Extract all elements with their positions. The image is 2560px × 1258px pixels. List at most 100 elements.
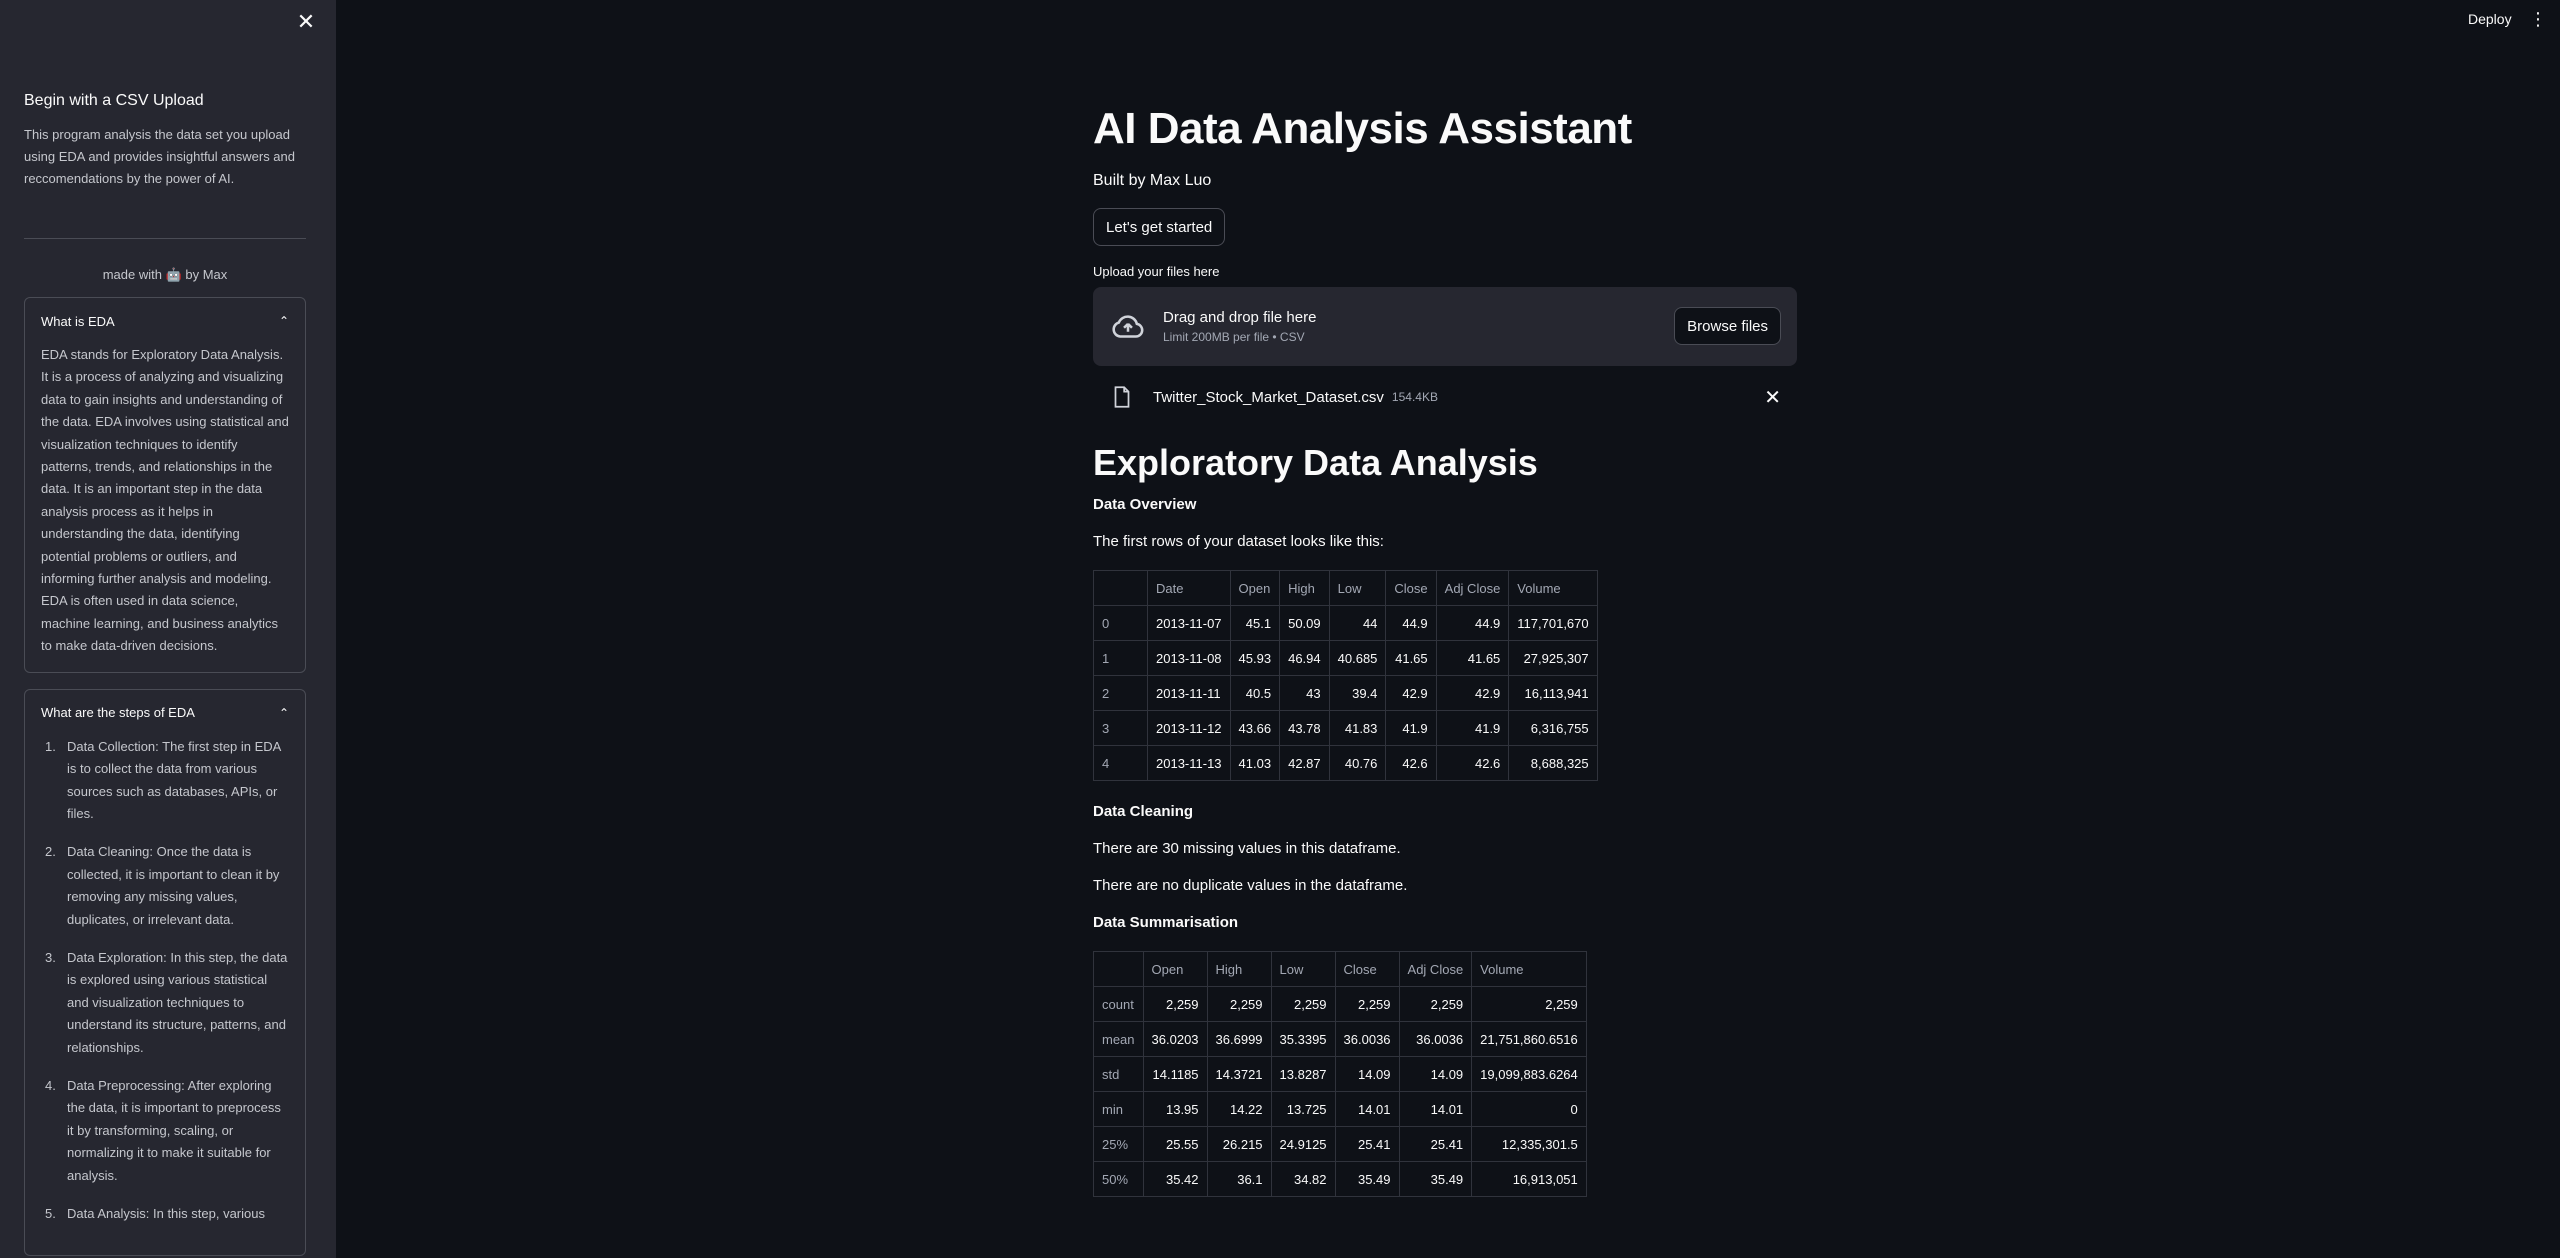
table-cell[interactable]: 36.0036 — [1334, 1021, 1400, 1057]
table-cell[interactable]: 25.41 — [1398, 1126, 1473, 1162]
table-cell[interactable]: 16,113,941 — [1508, 675, 1598, 711]
table-cell[interactable]: 0 — [1471, 1091, 1587, 1127]
table-cell[interactable]: 35.49 — [1334, 1161, 1400, 1197]
summary-dataframe[interactable]: Open High Low Close Adj Close Volume count 2,25… — [1093, 951, 1587, 1197]
remove-file-icon[interactable]: ✕ — [1764, 385, 1781, 410]
column-header[interactable]: Volume — [1508, 570, 1598, 606]
file-dropzone[interactable]: Drag and drop file here Limit 200MB per … — [1093, 287, 1797, 366]
table-cell[interactable]: 16,913,051 — [1471, 1161, 1587, 1197]
table-cell[interactable]: 44.9 — [1435, 605, 1510, 641]
table-cell[interactable]: 36.6999 — [1206, 1021, 1272, 1057]
column-header[interactable]: Close — [1334, 951, 1400, 987]
row-index[interactable]: min — [1093, 1091, 1144, 1127]
row-index[interactable]: mean — [1093, 1021, 1144, 1057]
table-cell[interactable]: 42.87 — [1279, 745, 1330, 781]
column-header[interactable]: High — [1279, 570, 1330, 606]
table-cell[interactable]: 44 — [1328, 605, 1387, 641]
get-started-button[interactable]: Let's get started — [1093, 208, 1226, 246]
row-index[interactable]: std — [1093, 1056, 1144, 1092]
column-header[interactable]: High — [1206, 951, 1272, 987]
column-header[interactable] — [1093, 570, 1148, 606]
table-cell[interactable]: 41.9 — [1385, 710, 1437, 746]
table-cell[interactable]: 42.9 — [1385, 675, 1437, 711]
table-cell[interactable]: 45.1 — [1229, 605, 1281, 641]
table-cell[interactable]: 34.82 — [1270, 1161, 1336, 1197]
table-cell[interactable]: 36.0203 — [1142, 1021, 1208, 1057]
table-cell[interactable]: 14.09 — [1398, 1056, 1473, 1092]
table-cell[interactable]: 36.0036 — [1398, 1021, 1473, 1057]
table-cell[interactable]: 2,259 — [1471, 986, 1587, 1022]
column-header[interactable]: Low — [1328, 570, 1387, 606]
table-cell[interactable]: 13.725 — [1270, 1091, 1336, 1127]
column-header[interactable]: Date — [1147, 570, 1231, 606]
column-header[interactable]: Volume — [1471, 951, 1587, 987]
table-cell[interactable]: 35.3395 — [1270, 1021, 1336, 1057]
column-header[interactable]: Open — [1229, 570, 1281, 606]
table-cell[interactable]: 41.03 — [1229, 745, 1281, 781]
more-menu-icon[interactable]: ⋮ — [2528, 6, 2548, 32]
table-cell[interactable]: 41.83 — [1328, 710, 1387, 746]
table-cell[interactable]: 21,751,860.6516 — [1471, 1021, 1587, 1057]
table-cell[interactable]: 40.685 — [1328, 640, 1387, 676]
row-index[interactable]: 1 — [1093, 640, 1148, 676]
table-cell[interactable]: 41.9 — [1435, 710, 1510, 746]
table-cell[interactable]: 35.49 — [1398, 1161, 1473, 1197]
table-cell[interactable]: 14.22 — [1206, 1091, 1272, 1127]
table-cell[interactable]: 2013-11-13 — [1147, 745, 1231, 781]
table-cell[interactable]: 40.76 — [1328, 745, 1387, 781]
table-cell[interactable]: 27,925,307 — [1508, 640, 1598, 676]
table-cell[interactable]: 12,335,301.5 — [1471, 1126, 1587, 1162]
row-index[interactable]: 50% — [1093, 1161, 1144, 1197]
table-cell[interactable]: 2,259 — [1270, 986, 1336, 1022]
table-cell[interactable]: 2013-11-07 — [1147, 605, 1231, 641]
table-cell[interactable]: 2013-11-11 — [1147, 675, 1231, 711]
table-cell[interactable]: 26.215 — [1206, 1126, 1272, 1162]
row-index[interactable]: count — [1093, 986, 1144, 1022]
table-cell[interactable]: 43.78 — [1279, 710, 1330, 746]
table-cell[interactable]: 6,316,755 — [1508, 710, 1598, 746]
sidebar-close-icon[interactable]: ✕ — [292, 8, 320, 36]
table-cell[interactable]: 25.41 — [1334, 1126, 1400, 1162]
table-cell[interactable]: 42.6 — [1385, 745, 1437, 781]
table-cell[interactable]: 14.09 — [1334, 1056, 1400, 1092]
row-index[interactable]: 4 — [1093, 745, 1148, 781]
table-cell[interactable]: 40.5 — [1229, 675, 1281, 711]
row-index[interactable]: 3 — [1093, 710, 1148, 746]
expander-header[interactable]: What is EDA ⌃ — [25, 298, 305, 344]
table-cell[interactable]: 41.65 — [1385, 640, 1437, 676]
table-cell[interactable]: 14.01 — [1398, 1091, 1473, 1127]
table-cell[interactable]: 36.1 — [1206, 1161, 1272, 1197]
column-header[interactable] — [1093, 951, 1144, 987]
table-cell[interactable]: 14.1185 — [1142, 1056, 1208, 1092]
table-cell[interactable]: 39.4 — [1328, 675, 1387, 711]
head-dataframe[interactable]: Date Open High Low Close Adj Close Volume 0 2013… — [1093, 570, 1598, 781]
table-cell[interactable]: 46.94 — [1279, 640, 1330, 676]
row-index[interactable]: 0 — [1093, 605, 1148, 641]
column-header[interactable]: Low — [1270, 951, 1336, 987]
table-cell[interactable]: 44.9 — [1385, 605, 1437, 641]
table-cell[interactable]: 14.3721 — [1206, 1056, 1272, 1092]
table-cell[interactable]: 2,259 — [1142, 986, 1208, 1022]
table-cell[interactable]: 50.09 — [1279, 605, 1330, 641]
column-header[interactable]: Adj Close — [1435, 570, 1510, 606]
table-cell[interactable]: 42.9 — [1435, 675, 1510, 711]
deploy-button[interactable]: Deploy — [2460, 6, 2520, 32]
table-cell[interactable]: 35.42 — [1142, 1161, 1208, 1197]
table-cell[interactable]: 41.65 — [1435, 640, 1510, 676]
table-cell[interactable]: 2013-11-12 — [1147, 710, 1231, 746]
table-cell[interactable]: 19,099,883.6264 — [1471, 1056, 1587, 1092]
table-cell[interactable]: 2,259 — [1398, 986, 1473, 1022]
column-header[interactable]: Open — [1142, 951, 1208, 987]
table-cell[interactable]: 25.55 — [1142, 1126, 1208, 1162]
table-cell[interactable]: 2,259 — [1334, 986, 1400, 1022]
table-cell[interactable]: 45.93 — [1229, 640, 1281, 676]
table-cell[interactable]: 8,688,325 — [1508, 745, 1598, 781]
table-cell[interactable]: 24.9125 — [1270, 1126, 1336, 1162]
browse-files-button[interactable]: Browse files — [1674, 307, 1781, 345]
row-index[interactable]: 25% — [1093, 1126, 1144, 1162]
table-cell[interactable]: 42.6 — [1435, 745, 1510, 781]
column-header[interactable]: Close — [1385, 570, 1437, 606]
expander-header[interactable]: What are the steps of EDA ⌃ — [25, 690, 305, 736]
table-cell[interactable]: 43 — [1279, 675, 1330, 711]
table-cell[interactable]: 2,259 — [1206, 986, 1272, 1022]
